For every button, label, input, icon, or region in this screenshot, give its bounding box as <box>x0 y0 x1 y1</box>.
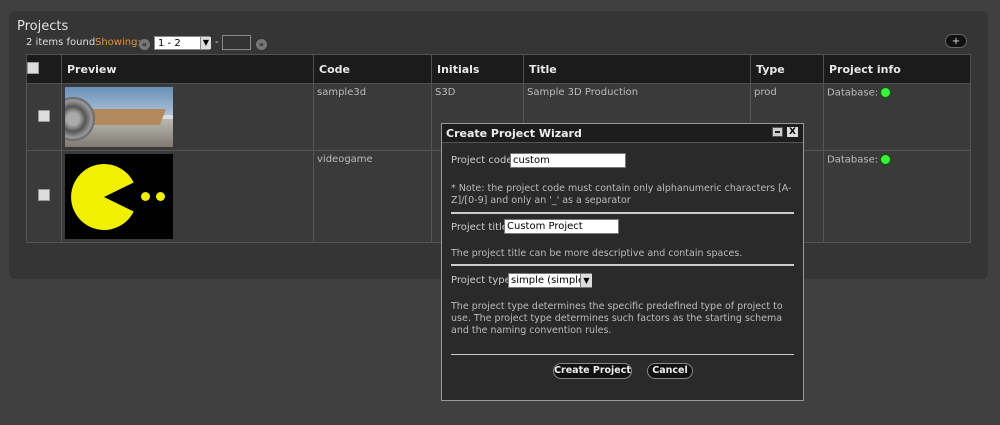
create-project-wizard: Create Project Wizard X Project code: cu… <box>441 123 804 401</box>
project-title-note: The project title can be more descriptiv… <box>451 248 743 259</box>
column-header-preview[interactable]: Preview <box>61 54 314 84</box>
row-checkbox[interactable] <box>38 189 50 201</box>
divider <box>451 354 794 355</box>
preview-cell <box>61 150 314 243</box>
chevron-down-icon[interactable]: ▼ <box>580 274 592 287</box>
range-dash: - <box>215 37 219 48</box>
wizard-header[interactable]: Create Project Wizard X <box>442 124 803 143</box>
column-header-initials[interactable]: Initials <box>431 54 524 84</box>
prev-page-icon[interactable]: « <box>139 39 150 50</box>
chevron-down-icon[interactable]: ▼ <box>200 37 211 49</box>
project-code-input[interactable]: custom <box>510 153 626 168</box>
status-dot-icon <box>880 154 892 165</box>
wizard-title: Create Project Wizard <box>446 127 582 140</box>
divider <box>451 264 794 266</box>
info-cell: Database: <box>823 83 971 151</box>
pacman-icon <box>71 164 134 230</box>
table-header-row: Preview Code Initials Title Type Project… <box>26 54 971 84</box>
preview-image-sample3d[interactable] <box>65 87 173 147</box>
project-type-note: The project type determines the specific… <box>451 301 783 336</box>
select-all-header <box>26 54 62 84</box>
create-project-button[interactable]: Create Project <box>553 363 632 379</box>
divider <box>451 212 794 214</box>
row-checkbox-cell <box>26 150 62 243</box>
code-cell: videogame <box>313 150 432 243</box>
preview-image-videogame[interactable] <box>65 154 173 239</box>
project-title-label: Project title: <box>451 222 512 233</box>
items-found-count: 2 items found <box>26 37 96 48</box>
thumb-body <box>86 109 166 125</box>
showing-label: Showing: <box>95 37 141 48</box>
close-icon[interactable]: X <box>787 127 798 137</box>
project-title-input[interactable]: Custom Project <box>504 219 619 234</box>
database-label: Database: <box>827 154 879 166</box>
page-input[interactable] <box>222 35 251 50</box>
minimize-icon[interactable] <box>772 127 783 137</box>
add-project-button[interactable]: + <box>945 34 967 48</box>
project-type-label: Project type: <box>451 275 515 286</box>
database-label: Database: <box>827 87 879 99</box>
pellet-icon <box>141 192 150 201</box>
row-checkbox[interactable] <box>38 109 50 122</box>
status-dot-icon <box>880 87 892 98</box>
cancel-button[interactable]: Cancel <box>647 363 693 379</box>
info-cell: Database: <box>823 150 971 243</box>
column-header-code[interactable]: Code <box>313 54 432 84</box>
code-cell: sample3d <box>313 83 432 151</box>
pellet-icon <box>156 192 165 201</box>
select-all-checkbox[interactable] <box>27 61 39 74</box>
column-header-type[interactable]: Type <box>750 54 824 84</box>
panel-title: Projects <box>17 19 69 34</box>
next-page-icon[interactable]: » <box>256 39 267 50</box>
column-header-title[interactable]: Title <box>523 54 751 84</box>
preview-cell <box>61 83 314 151</box>
thumb-wheel <box>65 97 95 141</box>
row-checkbox-cell <box>26 83 62 151</box>
project-code-note: * Note: the project code must contain on… <box>451 183 792 206</box>
project-code-label: Project code: <box>451 155 516 166</box>
column-header-project-info[interactable]: Project info <box>823 54 971 84</box>
